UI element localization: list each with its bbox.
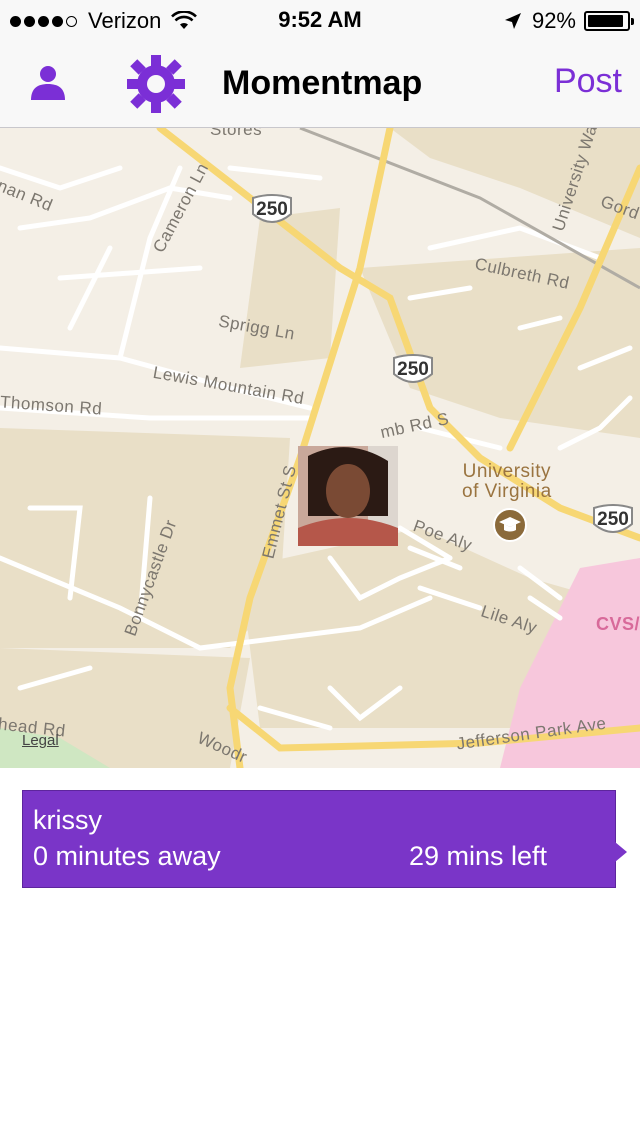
map-view[interactable]: Stores nan Rd Cameron Ln Sprigg Ln Lewis… [0,128,640,768]
card-pointer [615,842,627,862]
post-button[interactable]: Post [554,62,622,101]
map-label-cvs: CVS/ [596,614,640,634]
profile-icon[interactable] [28,62,68,102]
route-shield: 250 [592,504,634,536]
route-shield: 250 [392,354,434,386]
map-label-university-line1: University [462,461,552,482]
nav-bar: Momentmap Post [0,40,640,128]
location-arrow-icon [504,13,521,29]
map-label-university: University of Virginia [462,462,552,502]
moment-distance: 0 minutes away [33,841,221,871]
battery-percent: 92% [531,8,576,33]
route-shield-number: 250 [597,509,629,530]
map-label: Stores [210,128,263,139]
legal-link[interactable]: Legal [22,732,59,749]
moment-card[interactable]: krissy 0 minutes away 29 mins left [22,790,616,888]
user-photo [298,446,398,546]
map-label-university-line2: of Virginia [462,481,552,502]
graduation-cap-icon[interactable] [493,508,527,542]
status-right: 92% [504,8,634,34]
route-shield: 250 [251,194,293,226]
battery-fill [588,15,623,27]
gear-icon[interactable] [124,54,188,114]
moment-user-name: krissy [33,805,102,835]
status-bar: Verizon 9:52 AM 92% [0,0,640,40]
route-shield-number: 250 [256,199,288,220]
moment-time-left: 29 mins left [409,841,548,871]
user-photo-marker[interactable] [298,446,398,546]
battery-icon [584,11,634,31]
page-title: Momentmap [222,64,423,102]
graduation-cap-glyph [499,517,521,532]
route-shield-number: 250 [397,359,429,380]
